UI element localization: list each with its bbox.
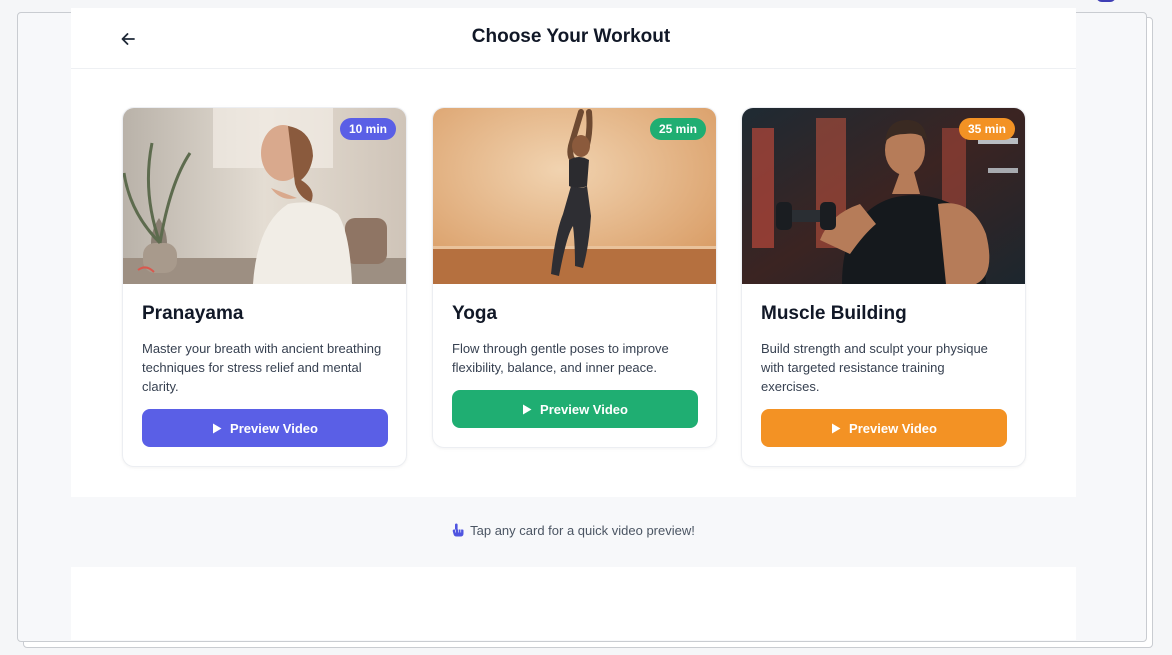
play-icon (523, 404, 532, 414)
man-lifting-dumbbell-photo: 35 min (742, 108, 1025, 284)
workout-card-yoga[interactable]: 25 min Yoga Flow through gentle poses to… (432, 107, 717, 448)
workout-chooser-screen: Choose Your Workout 10 min Pranayama Mas… (71, 8, 1076, 640)
card-description: Flow through gentle poses to improve fle… (452, 341, 669, 375)
duration-badge: 35 min (958, 118, 1015, 140)
preview-video-button[interactable]: Preview Video (142, 409, 388, 447)
page-title: Choose Your Workout (471, 26, 671, 47)
card-description: Master your breath with ancient breathin… (142, 341, 382, 394)
play-icon (832, 423, 841, 433)
pointing-hand-icon (452, 523, 464, 540)
woman-yoga-pose-photo: 25 min (433, 108, 716, 284)
workout-card-pranayama[interactable]: 10 min Pranayama Master your breath with… (122, 107, 407, 467)
duration-badge: 25 min (649, 118, 706, 140)
card-title: Muscle Building (761, 303, 907, 324)
button-label: Preview Video (849, 420, 937, 436)
top-edge-artifact (70, 0, 170, 2)
card-title: Yoga (452, 303, 498, 324)
top-edge-artifact (1096, 0, 1116, 2)
preview-tip: Tap any card for a quick video preview! (71, 523, 1076, 540)
card-description: Build strength and sculpt your physique … (761, 341, 988, 394)
preview-video-button[interactable]: Preview Video (452, 390, 698, 428)
play-icon (213, 423, 222, 433)
duration-badge: 10 min (339, 118, 396, 140)
button-label: Preview Video (230, 420, 318, 436)
button-label: Preview Video (540, 401, 628, 417)
workout-cards-section: 10 min Pranayama Master your breath with… (71, 69, 1076, 497)
footer-panel (71, 567, 1076, 640)
workout-card-muscle-building[interactable]: 35 min Muscle Building Build strength an… (741, 107, 1026, 467)
card-title: Pranayama (142, 303, 244, 324)
tip-text: Tap any card for a quick video preview! (470, 523, 695, 538)
woman-meditating-photo: 10 min (123, 108, 406, 284)
header: Choose Your Workout (71, 8, 1076, 69)
preview-video-button[interactable]: Preview Video (761, 409, 1007, 447)
